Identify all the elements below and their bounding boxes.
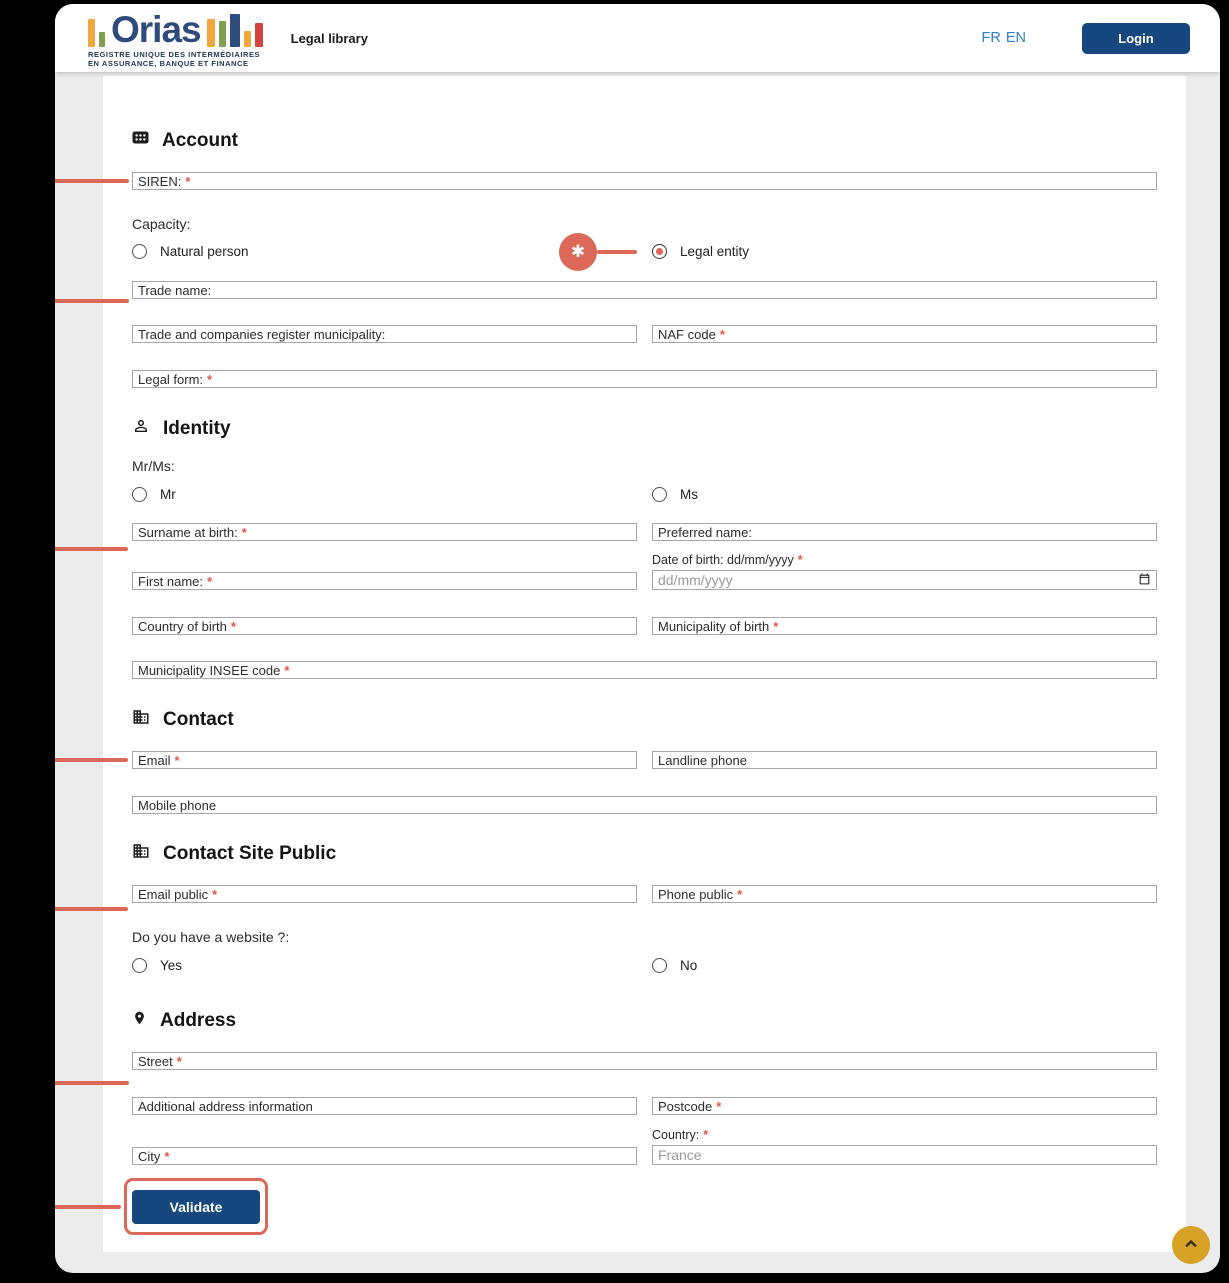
annotation-line-2: [55, 299, 129, 303]
radio-website-yes[interactable]: Yes: [132, 958, 637, 973]
date-of-birth-label: Date of birth: dd/mm/yyyy*: [652, 553, 1157, 567]
lang-en-link[interactable]: EN: [1006, 30, 1026, 46]
logo-tagline: REGISTRE UNIQUE DES INTERMÉDIAIRES EN AS…: [88, 50, 263, 68]
annotation-line-1: [55, 179, 129, 183]
annotation-line-6: [55, 1081, 129, 1085]
browser-window: Orias REGISTRE UNIQUE DES INTERMÉDIAIRES…: [55, 4, 1220, 1273]
language-switcher: FR EN: [982, 30, 1027, 46]
mr-ms-label: Mr/Ms:: [132, 458, 1157, 474]
email-input[interactable]: Email *: [132, 751, 637, 769]
radio-website-no[interactable]: No: [652, 958, 1157, 973]
top-navbar: Orias REGISTRE UNIQUE DES INTERMÉDIAIRES…: [55, 4, 1220, 72]
first-name-input[interactable]: First name: *: [132, 572, 637, 590]
logo-bar: [99, 32, 105, 47]
website-question-label: Do you have a website ?:: [132, 929, 1157, 945]
radio-icon[interactable]: [652, 958, 667, 973]
landline-phone-input[interactable]: Landline phone: [652, 751, 1157, 769]
location-pin-icon: [132, 1009, 147, 1033]
preferred-name-input[interactable]: Preferred name:: [652, 523, 1157, 541]
person-icon: [132, 417, 150, 441]
email-row: 4 Email * Landline phone: [132, 751, 1157, 769]
lang-fr-link[interactable]: FR: [982, 30, 1001, 46]
annotation-line-7: [55, 1205, 121, 1209]
postcode-input[interactable]: Postcode *: [652, 1097, 1157, 1115]
registration-form-card: Account 1 SIREN: * Capacity: Natural per…: [103, 76, 1186, 1252]
additional-address-input[interactable]: Additional address information: [132, 1097, 637, 1115]
trade-name-input[interactable]: 2 Trade name:: [132, 281, 1157, 299]
insee-code-input[interactable]: Municipality INSEE code *: [132, 661, 1157, 679]
annotation-line-4: [55, 758, 128, 762]
section-title-identity: Identity: [132, 417, 1157, 441]
radio-mr[interactable]: Mr: [132, 487, 637, 502]
logo-bar: [207, 19, 215, 47]
radio-icon[interactable]: [132, 487, 147, 502]
register-municipality-input[interactable]: Trade and companies register municipalit…: [132, 325, 637, 343]
country-label: Country:*: [652, 1128, 1157, 1142]
logo-bar: [88, 19, 95, 47]
logo-bar: [219, 21, 226, 47]
siren-input[interactable]: 1 SIREN: *: [132, 172, 1157, 190]
radio-icon[interactable]: [132, 244, 147, 259]
street-input[interactable]: 6 Street *: [132, 1052, 1157, 1070]
calendar-icon[interactable]: [1138, 572, 1151, 589]
annotation-asterisk-marker: ✱: [559, 233, 597, 271]
email-public-input[interactable]: Email public *: [132, 885, 637, 903]
scroll-to-top-button[interactable]: [1172, 1226, 1210, 1264]
logo-bar: [244, 31, 251, 47]
section-title-account: Account: [132, 129, 1157, 152]
surname-row: 3 Surname at birth: * Preferred name:: [132, 523, 1157, 541]
section-title-address: Address: [132, 1009, 1157, 1033]
validate-button[interactable]: Validate: [132, 1190, 260, 1224]
annotation-line-3: [55, 547, 128, 551]
section-title-contact: Contact: [132, 708, 1157, 732]
country-of-birth-input[interactable]: Country of birth *: [132, 617, 637, 635]
naf-code-input[interactable]: NAF code *: [652, 325, 1157, 343]
radio-legal-entity[interactable]: ✱ Legal entity: [652, 244, 1157, 259]
chevron-up-icon: [1181, 1234, 1201, 1257]
login-button[interactable]: Login: [1082, 23, 1190, 54]
validate-area: 7 Validate: [132, 1190, 260, 1224]
section-title-contact-site-public: Contact Site Public: [132, 842, 1157, 866]
legal-form-input[interactable]: Legal form: *: [132, 370, 1157, 388]
annotation-asterisk-line: [597, 250, 637, 254]
date-of-birth-input[interactable]: dd/mm/yyyy: [652, 570, 1157, 590]
logo-bar: [255, 23, 263, 47]
country-input[interactable]: France: [652, 1145, 1157, 1165]
building-icon: [132, 842, 150, 866]
public-contact-row: 5 Email public * Phone public *: [132, 885, 1157, 903]
municipality-of-birth-input[interactable]: Municipality of birth *: [652, 617, 1157, 635]
logo-title: Orias: [111, 13, 201, 47]
city-input[interactable]: City *: [132, 1147, 637, 1165]
surname-at-birth-input[interactable]: Surname at birth: *: [132, 523, 637, 541]
radio-icon[interactable]: [652, 487, 667, 502]
radio-selected-icon[interactable]: [652, 244, 667, 259]
radio-ms[interactable]: Ms: [652, 487, 1157, 502]
mobile-phone-input[interactable]: Mobile phone: [132, 796, 1157, 814]
annotation-line-5: [55, 907, 128, 911]
siren-label: SIREN:: [138, 174, 181, 189]
building-icon: [132, 708, 150, 732]
phone-public-input[interactable]: Phone public *: [652, 885, 1157, 903]
page-title: Legal library: [291, 31, 368, 46]
radio-icon[interactable]: [132, 958, 147, 973]
orias-logo-bars: Orias: [88, 9, 263, 47]
capacity-label: Capacity:: [132, 216, 1157, 232]
orias-logo[interactable]: Orias REGISTRE UNIQUE DES INTERMÉDIAIRES…: [88, 9, 263, 68]
account-card-icon: [132, 129, 149, 152]
logo-bar: [230, 14, 240, 47]
